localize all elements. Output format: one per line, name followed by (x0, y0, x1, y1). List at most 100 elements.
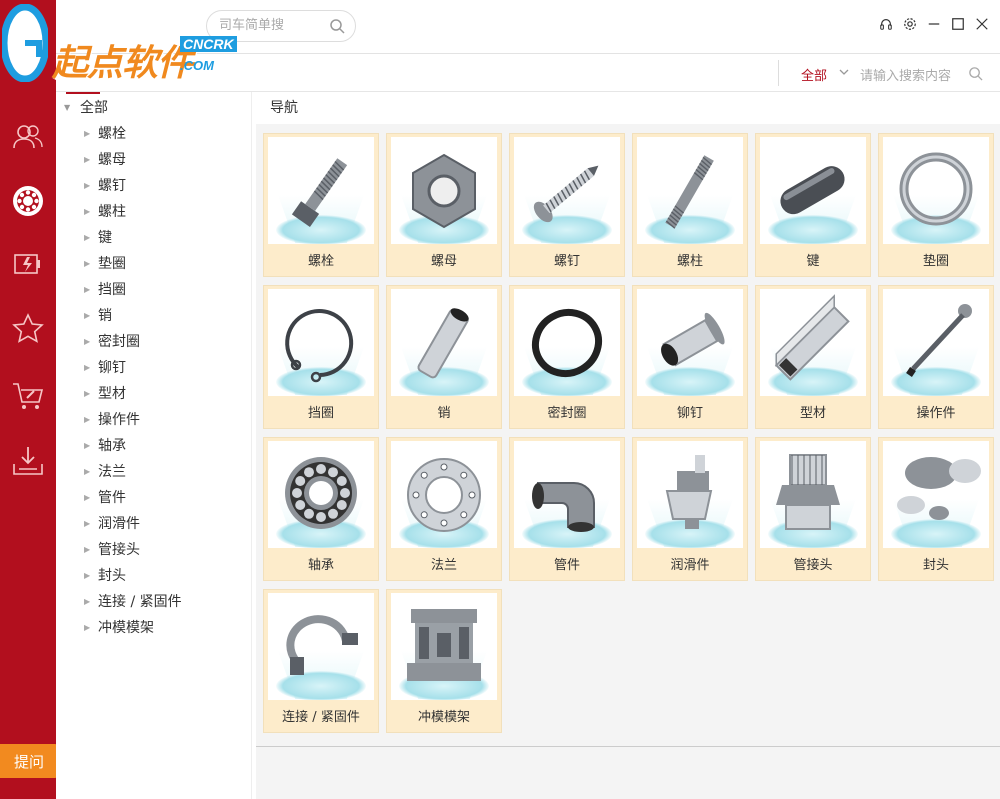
tree-item[interactable]: ▶ 操作件 (84, 406, 182, 432)
tree-item[interactable]: ▶ 管件 (84, 484, 182, 510)
category-card[interactable]: 键 (755, 133, 871, 277)
category-card[interactable]: 封头 (878, 437, 994, 581)
tree-item-label: 轴承 (98, 438, 126, 454)
category-card[interactable]: 操作件 (878, 285, 994, 429)
tree-item[interactable]: ▶ 螺栓 (84, 120, 182, 146)
product-image (514, 289, 620, 396)
tree-item[interactable]: ▶ 型材 (84, 380, 182, 406)
tree-root[interactable]: ▼ 全部 (64, 96, 108, 118)
product-image (637, 137, 743, 244)
battery-icon[interactable] (0, 240, 56, 288)
product-image (514, 137, 620, 244)
ask-button[interactable]: 提问 (0, 744, 58, 778)
star-icon[interactable] (0, 305, 56, 353)
tree-item-label: 螺栓 (98, 126, 126, 142)
caret-right-icon: ▶ (84, 232, 91, 242)
tree-item[interactable]: ▶ 润滑件 (84, 510, 182, 536)
category-card[interactable]: 冲模模架 (386, 589, 502, 733)
left-rail: 提问 (0, 0, 58, 799)
caret-right-icon: ▶ (84, 206, 91, 216)
logo-com: .COM (180, 58, 214, 73)
caret-right-icon: ▶ (84, 336, 91, 346)
category-card-label: 轴承 (307, 558, 334, 573)
category-card[interactable]: 螺钉 (509, 133, 625, 277)
product-image (760, 137, 866, 244)
caret-right-icon: ▶ (84, 154, 91, 164)
product-illustration (661, 312, 725, 367)
close-icon[interactable] (974, 16, 990, 32)
tree-item-label: 键 (98, 230, 112, 246)
caret-right-icon: ▶ (84, 180, 91, 190)
category-card-label: 键 (806, 254, 820, 269)
category-card[interactable]: 型材 (755, 285, 871, 429)
tree-item-label: 螺柱 (98, 204, 126, 220)
tree-item[interactable]: ▶ 连接 / 紧固件 (84, 588, 182, 614)
headset-icon[interactable] (878, 16, 894, 32)
category-card[interactable]: 螺栓 (263, 133, 379, 277)
divider (256, 746, 1000, 747)
tree-item[interactable]: ▶ 键 (84, 224, 182, 250)
tree-item-label: 封头 (98, 568, 126, 584)
scope-dropdown[interactable]: 全部 (801, 65, 827, 84)
category-card[interactable]: 管件 (509, 437, 625, 581)
category-card[interactable]: 螺柱 (632, 133, 748, 277)
product-illustration (897, 457, 981, 520)
top-search-placeholder: 司车简单搜 (219, 18, 285, 33)
tree-item[interactable]: ▶ 封头 (84, 562, 182, 588)
chevron-down-icon[interactable] (838, 66, 850, 78)
content-search-input[interactable]: 请输入搜索内容 (860, 65, 970, 84)
product-illustration (412, 153, 476, 229)
category-card-label: 螺母 (430, 254, 457, 269)
product-image (391, 593, 497, 700)
category-card-label: 螺钉 (553, 254, 580, 269)
category-card[interactable]: 轴承 (263, 437, 379, 581)
caret-right-icon: ▶ (84, 284, 91, 294)
category-card[interactable]: 法兰 (386, 437, 502, 581)
category-card[interactable]: 管接头 (755, 437, 871, 581)
category-card[interactable]: 铆钉 (632, 285, 748, 429)
tree-items: ▶ 螺栓 ▶ 螺母 ▶ 螺钉 ▶ 螺柱 ▶ 键 ▶ 垫圈 ▶ 挡圈 ▶ 销 ▶ 密封圈 ▶ 铆钉 ▶ 型材 ▶ 操作件 ▶ 轴承 ▶… (84, 120, 182, 640)
category-card[interactable]: 挡圈 (263, 285, 379, 429)
tree-item[interactable]: ▶ 螺钉 (84, 172, 182, 198)
tree-item-label: 型材 (98, 386, 126, 402)
product-image (637, 441, 743, 548)
caret-right-icon: ▶ (84, 440, 91, 450)
minimize-icon[interactable] (926, 16, 942, 32)
caret-right-icon: ▶ (84, 414, 91, 424)
tree-item[interactable]: ▶ 管接头 (84, 536, 182, 562)
tree-item[interactable]: ▶ 铆钉 (84, 354, 182, 380)
category-card[interactable]: 润滑件 (632, 437, 748, 581)
active-indicator (66, 92, 100, 94)
search-icon[interactable] (329, 18, 345, 34)
gear-icon[interactable] (902, 16, 918, 32)
category-card[interactable]: 垫圈 (878, 133, 994, 277)
maximize-icon[interactable] (950, 16, 966, 32)
tree-item[interactable]: ▶ 法兰 (84, 458, 182, 484)
tree-item[interactable]: ▶ 销 (84, 302, 182, 328)
tree-item[interactable]: ▶ 垫圈 (84, 250, 182, 276)
caret-right-icon: ▶ (84, 128, 91, 138)
users-icon[interactable] (0, 113, 56, 161)
category-card-label: 密封圈 (547, 406, 587, 421)
divider (778, 60, 779, 86)
tree-item[interactable]: ▶ 密封圈 (84, 328, 182, 354)
tree-item[interactable]: ▶ 冲模模架 (84, 614, 182, 640)
bearing-icon[interactable] (0, 177, 56, 225)
tree-item-label: 密封圈 (98, 334, 140, 350)
category-card[interactable]: 销 (386, 285, 502, 429)
product-illustration (407, 458, 481, 532)
product-image (268, 593, 374, 700)
caret-right-icon: ▶ (84, 492, 91, 502)
search-icon[interactable] (968, 66, 983, 81)
category-card[interactable]: 密封圈 (509, 285, 625, 429)
tree-item[interactable]: ▶ 螺母 (84, 146, 182, 172)
category-card[interactable]: 连接 / 紧固件 (263, 589, 379, 733)
tree-item[interactable]: ▶ 挡圈 (84, 276, 182, 302)
product-image (883, 441, 989, 548)
category-card-label: 挡圈 (307, 406, 334, 421)
download-tray-icon[interactable] (0, 437, 56, 485)
tree-item[interactable]: ▶ 螺柱 (84, 198, 182, 224)
cart-tool-icon[interactable] (0, 372, 56, 420)
category-card[interactable]: 螺母 (386, 133, 502, 277)
tree-item[interactable]: ▶ 轴承 (84, 432, 182, 458)
